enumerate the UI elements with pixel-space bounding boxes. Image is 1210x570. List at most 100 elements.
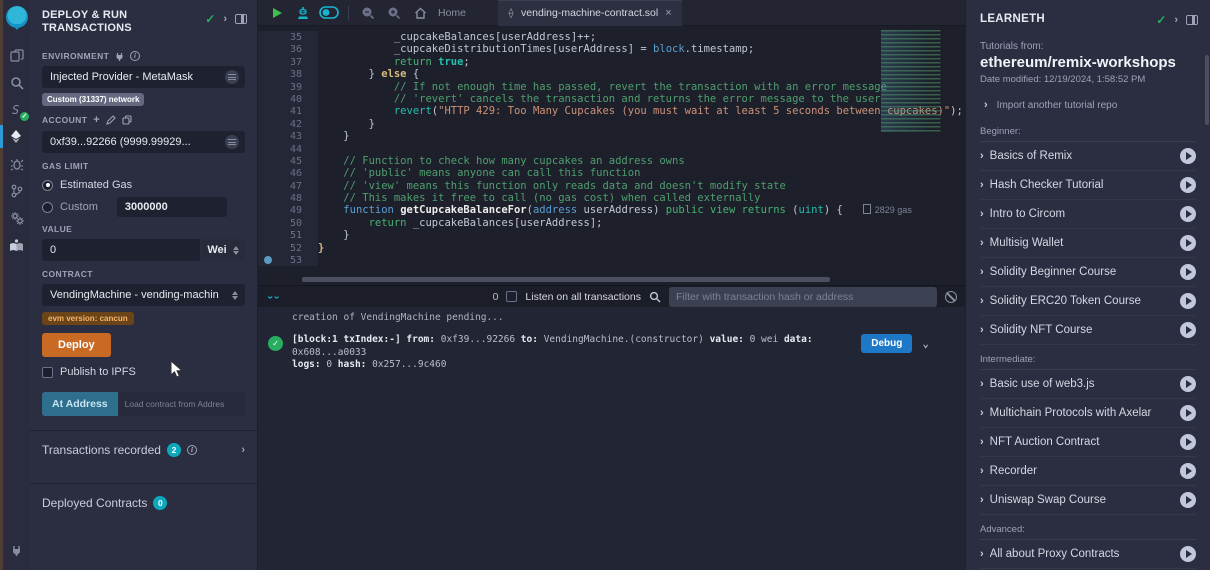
code-line[interactable]: 35 _cupcakeBalances[userAddress]++;	[258, 31, 965, 43]
line-number[interactable]: 35	[258, 31, 318, 43]
add-account-icon[interactable]: +	[93, 114, 100, 126]
tutorial-play-icon[interactable]	[1180, 434, 1196, 450]
copy-account-icon[interactable]	[122, 115, 132, 125]
run-script-icon[interactable]	[266, 3, 288, 23]
expand-panel-icon[interactable]: ›	[223, 13, 227, 25]
tutorial-chevron-icon[interactable]: ›	[980, 150, 984, 162]
tutorial-play-icon[interactable]	[1180, 177, 1196, 193]
ai-assistant-icon[interactable]	[292, 3, 314, 23]
code-line[interactable]: 44	[258, 143, 965, 155]
transactions-info-icon[interactable]: i	[187, 445, 197, 455]
code-line[interactable]: 53	[258, 254, 965, 266]
line-number[interactable]: 52	[258, 242, 318, 254]
tutorial-row[interactable]: ›Recorder	[980, 457, 1196, 486]
git-icon[interactable]	[3, 177, 30, 204]
ai-toggle-icon[interactable]	[318, 3, 340, 23]
tutorial-chevron-icon[interactable]: ›	[980, 465, 984, 477]
code-line[interactable]: 40 // 'revert' cancels the transaction a…	[258, 93, 965, 105]
line-number[interactable]: 53	[258, 254, 318, 266]
log-expand-icon[interactable]: ⌄	[922, 337, 929, 350]
tutorial-chevron-icon[interactable]: ›	[980, 208, 984, 220]
search-icon[interactable]	[3, 69, 30, 96]
line-number[interactable]: 40	[258, 93, 318, 105]
line-number[interactable]: 42	[258, 118, 318, 130]
tutorial-row[interactable]: ›All about Proxy Contracts	[980, 540, 1196, 569]
line-number[interactable]: 49	[258, 204, 318, 216]
tutorial-chevron-icon[interactable]: ›	[980, 324, 984, 336]
code-line[interactable]: 37 return true;	[258, 56, 965, 68]
tutorial-play-icon[interactable]	[1180, 463, 1196, 479]
tutorial-play-icon[interactable]	[1180, 148, 1196, 164]
account-options-icon[interactable]	[225, 135, 239, 149]
tutorial-play-icon[interactable]	[1180, 206, 1196, 222]
debugger-icon[interactable]	[3, 150, 30, 177]
transactions-expand-icon[interactable]: ›	[241, 444, 245, 456]
tutorial-chevron-icon[interactable]: ›	[980, 179, 984, 191]
transaction-log-row[interactable]: ✓ [block:1 txIndex:-] from: 0xf39...9226…	[292, 334, 955, 372]
tutorial-row[interactable]: ›Solidity NFT Course	[980, 316, 1196, 345]
code-line[interactable]: 51 }	[258, 229, 965, 241]
value-unit-select[interactable]: Wei	[201, 239, 245, 261]
tutorial-chevron-icon[interactable]: ›	[980, 266, 984, 278]
estimated-gas-radio[interactable]	[42, 180, 53, 191]
tutorial-chevron-icon[interactable]: ›	[980, 237, 984, 249]
terminal-collapse-icon[interactable]: ⌄⌄	[266, 292, 279, 301]
line-number[interactable]: 41	[258, 105, 318, 117]
line-number[interactable]: 46	[258, 167, 318, 179]
environment-info-icon[interactable]: i	[130, 51, 140, 61]
file-explorer-icon[interactable]	[3, 42, 30, 69]
account-select[interactable]: 0xf39...92266 (9999.99929...	[42, 131, 245, 153]
tutorial-row[interactable]: ›Hash Checker Tutorial	[980, 171, 1196, 200]
import-tutorial-repo[interactable]: › Import another tutorial repo	[966, 85, 1210, 117]
tab-vending-machine-contract[interactable]: ⟠ vending-machine-contract.sol ×	[498, 0, 682, 26]
solidity-compiler-icon[interactable]: S ✓	[3, 96, 30, 123]
learneth-expand-icon[interactable]: ›	[1174, 14, 1178, 26]
tutorial-play-icon[interactable]	[1180, 322, 1196, 338]
tutorial-chevron-icon[interactable]: ›	[980, 494, 984, 506]
line-number[interactable]: 50	[258, 217, 318, 229]
line-number[interactable]: 48	[258, 192, 318, 204]
tutorial-play-icon[interactable]	[1180, 235, 1196, 251]
zoom-in-icon[interactable]	[383, 3, 405, 23]
tutorial-row[interactable]: ›Multisig Wallet	[980, 229, 1196, 258]
line-number[interactable]: 37	[258, 56, 318, 68]
minimap[interactable]	[881, 30, 951, 132]
tutorial-row[interactable]: ›NFT Auction Contract	[980, 428, 1196, 457]
at-address-input[interactable]	[119, 392, 245, 416]
horizontal-scrollbar[interactable]	[302, 277, 830, 282]
code-line[interactable]: 43 }	[258, 130, 965, 142]
environment-options-icon[interactable]	[225, 70, 239, 84]
code-line[interactable]: 38 } else {	[258, 68, 965, 80]
settings-icon[interactable]	[3, 204, 30, 231]
code-line[interactable]: 48 // This makes it free to call (no gas…	[258, 192, 965, 204]
tutorial-chevron-icon[interactable]: ›	[980, 548, 984, 560]
contract-select[interactable]: VendingMachine - vending-machin	[42, 284, 245, 306]
plugin-manager-icon[interactable]	[3, 537, 30, 564]
tutorial-play-icon[interactable]	[1180, 264, 1196, 280]
tutorial-play-icon[interactable]	[1180, 376, 1196, 392]
home-icon[interactable]	[409, 3, 431, 23]
custom-gas-input[interactable]	[117, 197, 227, 217]
line-number[interactable]: 44	[258, 143, 318, 155]
tab-close-icon[interactable]: ×	[665, 7, 671, 19]
tutorial-play-icon[interactable]	[1180, 492, 1196, 508]
zoom-out-icon[interactable]	[357, 3, 379, 23]
code-line[interactable]: 41 revert("HTTP 429: Too Many Cupcakes (…	[258, 105, 965, 117]
deployed-contracts-row[interactable]: Deployed Contracts 0	[30, 483, 257, 522]
tutorial-row[interactable]: ›Uniswap Swap Course	[980, 486, 1196, 515]
code-line[interactable]: 36 _cupcakeDistributionTimes[userAddress…	[258, 43, 965, 55]
plug-icon[interactable]	[115, 52, 124, 61]
code-line[interactable]: 42 }	[258, 118, 965, 130]
sign-message-icon[interactable]	[106, 115, 116, 125]
tutorial-row[interactable]: ›Multichain Protocols with Axelar	[980, 399, 1196, 428]
line-number[interactable]: 39	[258, 81, 318, 93]
code-line[interactable]: 47 // 'view' means this function only re…	[258, 180, 965, 192]
tutorial-chevron-icon[interactable]: ›	[980, 436, 984, 448]
code-line[interactable]: 46 // 'public' means anyone can call thi…	[258, 167, 965, 179]
publish-ipfs-checkbox[interactable]	[42, 367, 53, 378]
deploy-run-icon[interactable]	[3, 123, 30, 150]
line-number[interactable]: 47	[258, 180, 318, 192]
learneth-icon[interactable]	[3, 231, 30, 258]
transactions-recorded-row[interactable]: Transactions recorded 2 i ›	[30, 430, 257, 469]
debug-button[interactable]: Debug	[861, 334, 912, 353]
